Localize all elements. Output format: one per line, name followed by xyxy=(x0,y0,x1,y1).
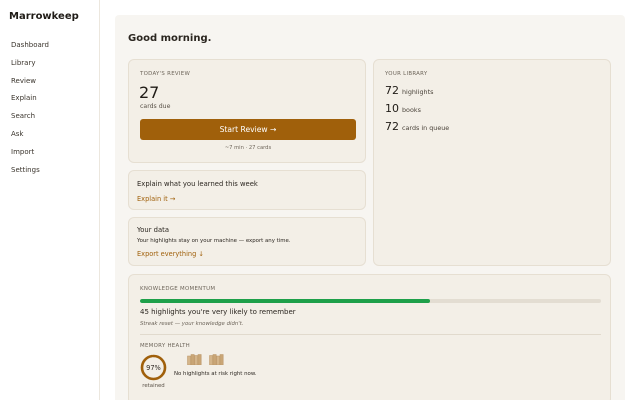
highlights-remember-text: 45 highlights you're very likely to reme… xyxy=(140,308,296,316)
explain-card: Explain what you learned this week Expla… xyxy=(128,170,366,210)
your-data-title: Your data xyxy=(137,226,169,234)
book-stack-icon xyxy=(187,354,202,365)
your-library-card: YOUR LIBRARY 72 highlights 10 books 72 c… xyxy=(373,59,611,266)
review-meta: ~7 min · 27 cards xyxy=(224,145,272,151)
momentum-progress-fill xyxy=(140,299,431,303)
retention-percent: 97% xyxy=(146,363,161,372)
nav-item-search[interactable]: Search xyxy=(0,108,100,126)
stat-value: 10 xyxy=(385,102,399,115)
book-stack-icon xyxy=(209,354,224,365)
stat-books: 10 books xyxy=(385,102,421,115)
app-brand: Marrowkeep xyxy=(9,11,79,22)
sidebar-nav: Dashboard Library Review Explain Search … xyxy=(0,37,100,179)
streak-text: Streak reset — your knowledge didn't. xyxy=(140,321,244,327)
retained-label: retained xyxy=(142,383,165,389)
your-data-description: Your highlights stay on your machine — e… xyxy=(137,238,291,244)
stat-value: 72 xyxy=(385,84,399,97)
explain-title: Explain what you learned this week xyxy=(137,180,258,188)
section-divider xyxy=(140,334,601,335)
main-panel: Good morning. TODAY'S REVIEW 27 cards du… xyxy=(115,15,625,400)
your-data-card: Your data Your highlights stay on your m… xyxy=(128,217,366,266)
stat-highlights: 72 highlights xyxy=(385,84,433,97)
stat-cards-in-queue: 72 cards in queue xyxy=(385,120,449,133)
cards-due-label: cards due xyxy=(140,103,171,110)
library-label: YOUR LIBRARY xyxy=(385,71,428,77)
greeting-heading: Good morning. xyxy=(128,33,212,44)
nav-item-ask[interactable]: Ask xyxy=(0,126,100,144)
cards-due-count: 27 xyxy=(139,83,160,102)
explain-it-link[interactable]: Explain it → xyxy=(137,195,175,203)
export-everything-link[interactable]: Export everything ↓ xyxy=(137,250,204,258)
app-window: Marrowkeep Dashboard Library Review Expl… xyxy=(0,0,640,400)
stat-value: 72 xyxy=(385,120,399,133)
nav-item-review[interactable]: Review xyxy=(0,73,100,91)
nav-item-dashboard[interactable]: Dashboard xyxy=(0,37,100,55)
nav-item-explain[interactable]: Explain xyxy=(0,90,100,108)
sidebar: Marrowkeep Dashboard Library Review Expl… xyxy=(0,0,100,400)
no-risk-text: No highlights at risk right now. xyxy=(174,371,257,377)
memory-health-label: MEMORY HEALTH xyxy=(140,343,191,349)
nav-item-import[interactable]: Import xyxy=(0,144,100,162)
nav-item-library[interactable]: Library xyxy=(0,55,100,73)
stat-text: highlights xyxy=(402,88,434,96)
knowledge-momentum-card: KNOWLEDGE MOMENTUM 45 highlights you're … xyxy=(128,274,611,400)
start-review-button[interactable]: Start Review → xyxy=(140,119,356,140)
review-label: TODAY'S REVIEW xyxy=(140,71,191,77)
nav-item-settings[interactable]: Settings xyxy=(0,162,100,180)
momentum-label: KNOWLEDGE MOMENTUM xyxy=(140,286,216,292)
momentum-progress-bar xyxy=(140,299,601,303)
todays-review-card: TODAY'S REVIEW 27 cards due Start Review… xyxy=(128,59,366,163)
stat-text: cards in queue xyxy=(402,124,450,132)
stat-text: books xyxy=(402,106,421,114)
